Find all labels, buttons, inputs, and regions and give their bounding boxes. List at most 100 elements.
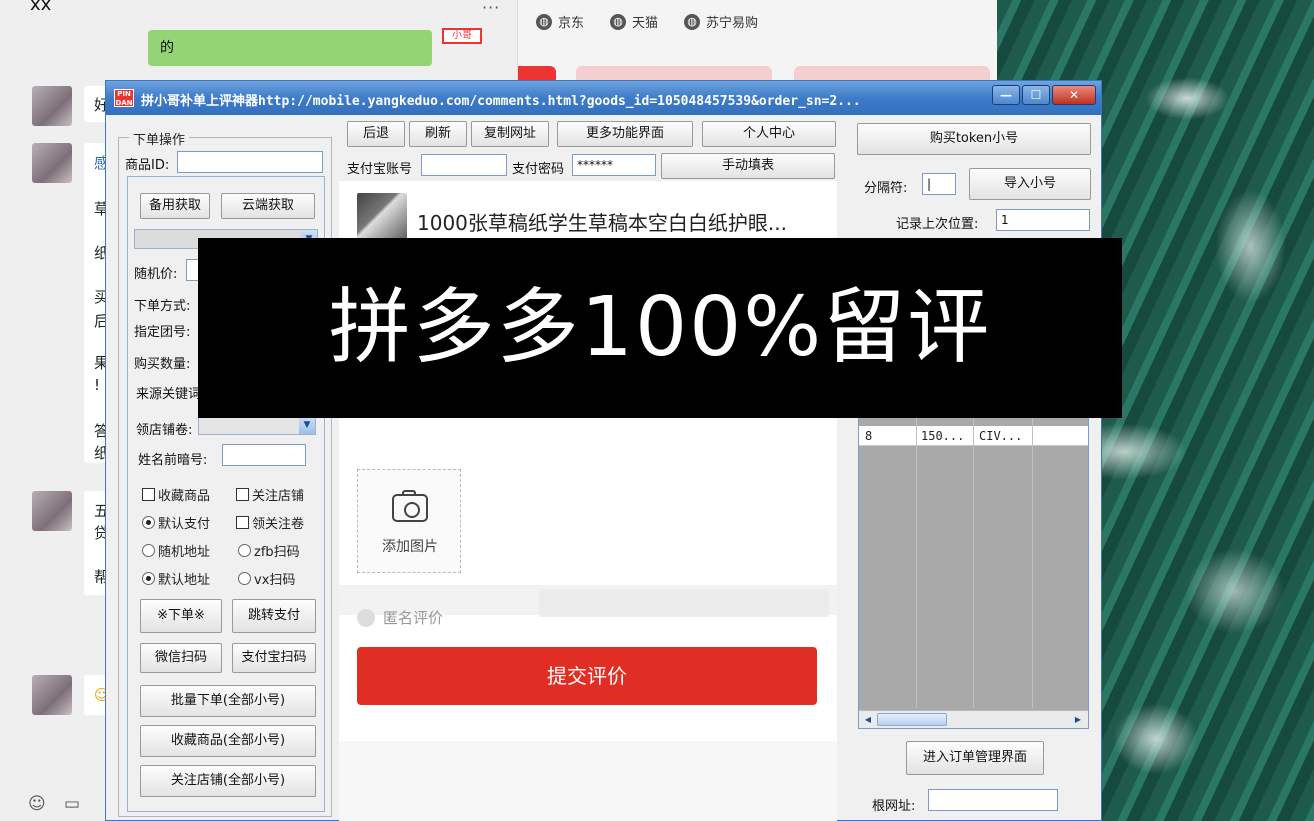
- accounts-grid[interactable]: 8 150... CIV... ◀ ▶: [858, 417, 1089, 729]
- root-url-input[interactable]: [928, 789, 1058, 811]
- refresh-button[interactable]: 刷新: [409, 121, 467, 147]
- scrollbar-thumb[interactable]: [877, 713, 947, 726]
- radio-dot: [238, 544, 251, 557]
- row-number: 8: [865, 429, 873, 443]
- chat-text: !: [94, 376, 101, 394]
- checkbox-label: 领关注卷: [252, 517, 305, 532]
- zfb-scan-radio[interactable]: zfb扫码: [238, 541, 300, 560]
- chevron-left-icon[interactable]: ◀: [861, 713, 875, 726]
- emoji-icon[interactable]: ☺: [28, 794, 46, 814]
- radio-label: 随机地址: [158, 545, 211, 560]
- separator-input[interactable]: |: [922, 173, 956, 195]
- avatar[interactable]: [32, 86, 72, 126]
- globe-icon: ◍: [684, 13, 700, 30]
- batch-follow-button[interactable]: 关注店铺(全部小号): [140, 765, 316, 797]
- backup-fetch-button[interactable]: 备用获取: [140, 193, 210, 219]
- placeholder-block: [539, 589, 829, 617]
- manual-fill-button[interactable]: 手动填表: [661, 153, 835, 179]
- coupon-select[interactable]: ▼: [198, 415, 316, 435]
- avatar[interactable]: [32, 491, 72, 531]
- last-position-label: 记录上次位置:: [896, 217, 979, 232]
- chat-title: xx: [30, 0, 52, 15]
- title-bar[interactable]: PIN DAN 拼小哥补单上评神器http://mobile.yangkeduo…: [106, 81, 1101, 115]
- tool-window: PIN DAN 拼小哥补单上评神器http://mobile.yangkeduo…: [105, 80, 1102, 821]
- grid-line: [916, 418, 917, 708]
- order-mode-label: 下单方式:: [134, 299, 191, 314]
- anonymous-label: 匿名评价: [383, 609, 444, 627]
- row-cell: 150...: [921, 429, 965, 443]
- batch-order-button[interactable]: 批量下单(全部小号): [140, 685, 316, 717]
- alipay-account-label: 支付宝账号: [347, 162, 413, 177]
- bookmark-label: 京东: [558, 16, 585, 31]
- app-icon: PIN DAN: [114, 89, 134, 107]
- radio-dot: [142, 544, 155, 557]
- default-address-radio[interactable]: 默认地址: [142, 569, 210, 588]
- radio-dot: [142, 572, 155, 585]
- batch-fav-button[interactable]: 收藏商品(全部小号): [140, 725, 316, 757]
- wechat-scan-button[interactable]: 微信扫码: [140, 643, 222, 673]
- close-button[interactable]: ✕: [1052, 85, 1096, 105]
- checkbox-label: 收藏商品: [158, 489, 211, 504]
- place-order-button[interactable]: ※下单※: [140, 599, 222, 633]
- random-address-radio[interactable]: 随机地址: [142, 541, 210, 560]
- maximize-button[interactable]: ☐: [1022, 85, 1050, 105]
- row-cell: CIV...: [979, 429, 1023, 443]
- pay-password-label: 支付密码: [512, 162, 565, 177]
- separator-label: 分隔符:: [864, 181, 908, 196]
- personal-center-button[interactable]: 个人中心: [702, 121, 836, 147]
- quantity-label: 购买数量:: [134, 357, 191, 372]
- avatar[interactable]: [32, 143, 72, 183]
- copy-url-button[interactable]: 复制网址: [471, 121, 549, 147]
- cloud-fetch-button[interactable]: 云端获取: [221, 193, 315, 219]
- name-code-label: 姓名前暗号:: [138, 453, 208, 468]
- bookmark-jd[interactable]: ◍ 京东: [536, 12, 584, 31]
- camera-icon: [392, 494, 428, 522]
- fav-product-checkbox[interactable]: 收藏商品: [142, 485, 210, 504]
- more-options-icon[interactable]: ···: [482, 0, 500, 17]
- chat-bubble: 的: [148, 30, 432, 66]
- avatar[interactable]: [32, 675, 72, 715]
- source-keyword-label: 来源关键词: [136, 387, 202, 402]
- overlay-banner: 拼多多100%留评: [198, 238, 1122, 418]
- coupon-label: 领店铺卷:: [136, 423, 193, 438]
- last-position-input[interactable]: 1: [996, 209, 1090, 231]
- pay-password-input[interactable]: ******: [572, 154, 656, 176]
- chevron-down-icon: ▼: [299, 416, 315, 434]
- bookmark-suning[interactable]: ◍ 苏宁易购: [684, 12, 758, 31]
- horizontal-scrollbar[interactable]: ◀ ▶: [859, 710, 1088, 728]
- globe-icon: ◍: [536, 13, 552, 30]
- checkbox-box: [236, 488, 249, 501]
- name-code-input[interactable]: [222, 444, 306, 466]
- globe-icon: ◍: [610, 13, 626, 30]
- alipay-scan-button[interactable]: 支付宝扫码: [232, 643, 316, 673]
- alipay-account-input[interactable]: [421, 154, 507, 176]
- product-id-input[interactable]: [177, 151, 323, 173]
- bookmark-label: 苏宁易购: [706, 16, 759, 31]
- chat-bubble-text: 的: [160, 40, 174, 56]
- radio-label: zfb扫码: [254, 545, 300, 560]
- submit-review-button[interactable]: 提交评价: [357, 647, 817, 705]
- buy-token-button[interactable]: 购买token小号: [857, 123, 1091, 155]
- chevron-right-icon[interactable]: ▶: [1071, 713, 1085, 726]
- order-management-button[interactable]: 进入订单管理界面: [906, 741, 1044, 775]
- group-no-label: 指定团号:: [134, 325, 191, 340]
- bookmark-label: 天猫: [632, 16, 659, 31]
- add-photo-label: 添加图片: [382, 539, 438, 555]
- import-accounts-button[interactable]: 导入小号: [969, 168, 1091, 200]
- bookmark-tmall[interactable]: ◍ 天猫: [610, 12, 658, 31]
- window-title: 拼小哥补单上评神器http://mobile.yangkeduo.com/com…: [141, 94, 861, 109]
- checkbox-box: [142, 488, 155, 501]
- checkbox-label: 关注店铺: [252, 489, 305, 504]
- product-thumbnail: [357, 193, 407, 243]
- get-coupon-checkbox[interactable]: 领关注卷: [236, 513, 304, 532]
- default-pay-radio[interactable]: 默认支付: [142, 513, 210, 532]
- minimize-button[interactable]: —: [992, 85, 1020, 105]
- folder-icon[interactable]: ▭: [64, 794, 80, 814]
- jump-pay-button[interactable]: 跳转支付: [232, 599, 316, 633]
- back-button[interactable]: 后退: [347, 121, 405, 147]
- more-features-button[interactable]: 更多功能界面: [557, 121, 693, 147]
- add-photo-button[interactable]: 添加图片: [357, 469, 461, 573]
- follow-shop-checkbox[interactable]: 关注店铺: [236, 485, 304, 504]
- anonymous-toggle[interactable]: 匿名评价: [357, 607, 443, 628]
- vx-scan-radio[interactable]: vx扫码: [238, 569, 295, 588]
